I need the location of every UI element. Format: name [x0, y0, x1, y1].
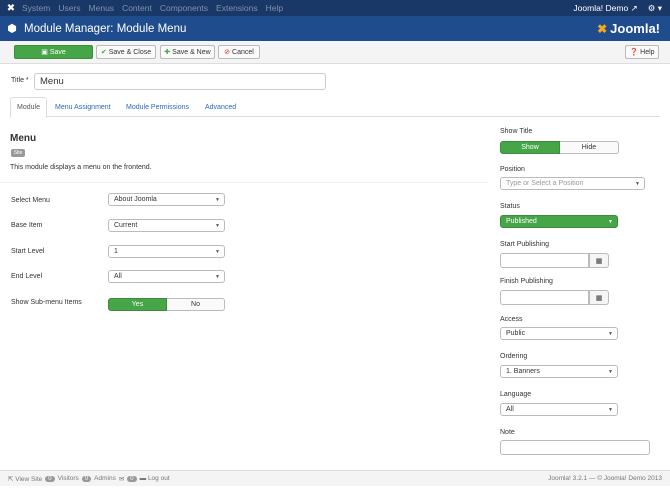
select-menu-label: Select Menu — [11, 197, 50, 204]
save-close-button[interactable]: ✔ Save & Close — [96, 45, 156, 59]
status-footer: ⇱ View Site 0 Visitors 0 Admins ✉ 0 ▬ Lo… — [0, 470, 670, 486]
user-menu[interactable]: ⚙ ▾ — [648, 3, 662, 14]
mail-icon: ✉ — [118, 475, 125, 483]
joomla-icon[interactable]: ✖ — [0, 3, 22, 14]
chevron-down-icon: ▾ — [657, 2, 662, 13]
chevron-down-icon: ▼ — [608, 407, 613, 413]
show-title-toggle: Show Hide — [500, 141, 619, 154]
chevron-down-icon: ▼ — [608, 331, 613, 337]
access-select[interactable]: Public ▼ — [500, 327, 618, 340]
show-submenu-yes[interactable]: Yes — [108, 298, 167, 311]
admin-top-nav: ✖ System Users Menus Content Components … — [0, 0, 670, 16]
status-select[interactable]: Published ▼ — [500, 215, 618, 228]
end-level-dropdown[interactable]: All ▼ — [108, 270, 225, 283]
tab-bar: Module Menu Assignment Module Permission… — [10, 97, 660, 118]
visitors-count: 0 — [45, 475, 55, 482]
note-label: Note — [500, 429, 515, 436]
site-link[interactable]: Joomla! Demo ↗ — [573, 3, 637, 14]
menu-content[interactable]: Content — [122, 3, 152, 13]
end-level-label: End Level — [11, 273, 43, 280]
save-button[interactable]: ▣ Save — [14, 45, 93, 59]
access-label: Access — [500, 316, 523, 323]
check-icon: ✔ — [100, 49, 107, 56]
admins-count: 0 — [81, 475, 92, 482]
base-item-label: Base Item — [11, 222, 43, 229]
gear-icon: ⚙ — [647, 2, 656, 13]
joomla-logo: ✖ Joomla! — [597, 21, 660, 36]
start-level-label: Start Level — [11, 248, 45, 255]
tab-module[interactable]: Module — [10, 97, 47, 118]
show-submenu-toggle: Yes No — [108, 298, 225, 311]
visitors-label: Visitors — [57, 475, 79, 482]
cancel-button[interactable]: ⊘ Cancel — [218, 45, 260, 59]
admin-menu: System Users Menus Content Components Ex… — [22, 3, 283, 13]
start-publishing-input[interactable] — [500, 253, 589, 268]
site-badge: Site — [11, 149, 25, 157]
cancel-icon: ⊘ — [224, 49, 231, 56]
question-icon: ❓ — [629, 49, 639, 56]
cube-icon: ⬢ — [7, 23, 17, 35]
chevron-down-icon: ▼ — [215, 274, 220, 280]
logout-link[interactable]: ▬ Log out — [140, 475, 170, 482]
position-label: Position — [500, 166, 525, 173]
title-label: Title * — [11, 77, 29, 84]
status-label: Status — [500, 203, 520, 210]
finish-publishing-input[interactable] — [500, 290, 589, 305]
show-title-hide[interactable]: Hide — [560, 141, 619, 154]
save-new-button[interactable]: ✚ Save & New — [160, 45, 215, 59]
menu-users[interactable]: Users — [58, 3, 80, 13]
module-heading: Menu — [10, 133, 37, 144]
chevron-down-icon: ▼ — [215, 223, 220, 229]
show-title-show[interactable]: Show — [500, 141, 560, 154]
chevron-down-icon: ▼ — [608, 219, 613, 225]
show-title-label: Show Title — [500, 128, 533, 135]
start-publishing-label: Start Publishing — [500, 241, 550, 248]
calendar-icon[interactable]: ▦ — [589, 290, 609, 305]
position-select[interactable]: Type or Select a Position ▼ — [500, 177, 645, 190]
chevron-down-icon: ▼ — [215, 249, 220, 255]
chevron-down-icon: ▼ — [635, 181, 640, 187]
title-input[interactable]: Menu — [34, 73, 326, 90]
admins-label: Admins — [94, 475, 116, 482]
language-label: Language — [500, 391, 532, 398]
calendar-icon[interactable]: ▦ — [589, 253, 609, 268]
module-description: This module displays a menu on the front… — [10, 164, 152, 171]
note-input[interactable] — [500, 440, 650, 455]
menu-system[interactable]: System — [22, 3, 50, 13]
finish-publishing-label: Finish Publishing — [500, 278, 553, 285]
toolbar: ▣ Save ✔ Save & Close ✚ Save & New ⊘ Cancel … — [0, 41, 670, 64]
show-submenu-no[interactable]: No — [167, 298, 225, 311]
view-site-link[interactable]: ⇱ View Site — [8, 475, 42, 483]
tab-menu-assignment[interactable]: Menu Assignment — [49, 97, 117, 117]
menu-help[interactable]: Help — [266, 3, 283, 13]
chevron-down-icon: ▼ — [215, 197, 220, 203]
page-header: ⬢ Module Manager: Module Menu ✖ Joomla! — [0, 16, 670, 41]
select-menu-dropdown[interactable]: About Joomla ▼ — [108, 193, 225, 206]
page-title: Module Manager: Module Menu — [24, 22, 187, 35]
show-submenu-label: Show Sub-menu Items — [11, 299, 82, 306]
external-link-icon: ↗ — [630, 2, 638, 13]
menu-menus[interactable]: Menus — [89, 3, 115, 13]
base-item-dropdown[interactable]: Current ▼ — [108, 219, 225, 232]
ordering-select[interactable]: 1. Banners ▼ — [500, 365, 618, 378]
joomla-mark-icon: ✖ — [597, 21, 608, 36]
start-level-dropdown[interactable]: 1 ▼ — [108, 245, 225, 258]
messages-count: 0 — [127, 475, 137, 482]
language-select[interactable]: All ▼ — [500, 403, 618, 416]
minus-icon: ▬ — [139, 475, 147, 482]
copyright: Joomla! 3.2.1 — © Joomla! Demo 2013 — [548, 475, 662, 482]
menu-extensions[interactable]: Extensions — [216, 3, 258, 13]
tab-module-permissions[interactable]: Module Permissions — [120, 97, 195, 117]
plus-icon: ✚ — [164, 49, 171, 56]
save-icon: ▣ — [41, 49, 48, 56]
ordering-label: Ordering — [500, 353, 528, 360]
help-button[interactable]: ❓ Help — [625, 45, 659, 59]
tab-advanced[interactable]: Advanced — [199, 97, 242, 117]
menu-components[interactable]: Components — [160, 3, 208, 13]
external-link-icon: ⇱ — [8, 475, 14, 483]
divider — [0, 182, 488, 183]
chevron-down-icon: ▼ — [608, 369, 613, 375]
